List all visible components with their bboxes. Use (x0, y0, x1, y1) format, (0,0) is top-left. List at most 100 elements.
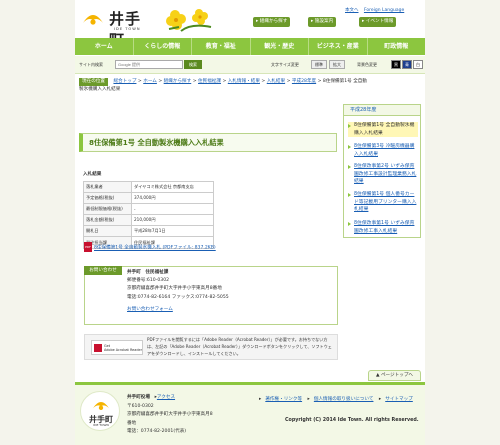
sidebar-item[interactable]: 8住保備第1号 個人番号カード等記載用プリンター購入入札結果 (348, 191, 418, 214)
nav-item-tourism[interactable]: 観光・歴史 (251, 38, 309, 55)
table-value: - (131, 203, 214, 216)
sidebar-item-current[interactable]: 8住保備第1号 全自動製氷機購入入札結果 (348, 122, 418, 137)
yamabuki-flower-icon (166, 9, 212, 32)
event-info-label: イベント情報 (365, 19, 394, 24)
table-key: 落札業者 (83, 180, 132, 194)
footer-info: 井手町役場 ▸アクセス 〒610-0302 京都府綴喜郡井手町大字井手小字東高月… (127, 394, 213, 437)
table-key: 最低制限価格(税抜) (83, 203, 132, 216)
contact-postal: 郵便番号:610-0302 (127, 278, 170, 284)
breadcrumb-item[interactable]: ホーム (143, 79, 157, 84)
foreign-language-link[interactable]: Foreign Language (364, 8, 404, 13)
font-size-large-button[interactable]: 拡大 (329, 60, 345, 69)
contact-tag: お問い合わせ (84, 266, 122, 275)
pdf-download: PDF 8住保備第1号 全自動製氷機入札 (PDFファイル: 837.2KB) (84, 242, 216, 252)
facility-guide-button[interactable]: ▸ 施設案内 (308, 17, 337, 27)
breadcrumb-item[interactable]: 総合トップ (113, 79, 136, 84)
font-size-label: 文字サイズ変更 (271, 62, 299, 67)
search-input[interactable] (115, 60, 183, 69)
contact-form-link[interactable]: お問い合わせフォーム (127, 306, 229, 314)
footer-office: 井手町役場 (127, 395, 150, 400)
footer: 井手町 IDE TOWN 井手町役場 ▸アクセス 〒610-0302 京都府綴喜… (75, 382, 425, 445)
page-title: 8住保備第1号 全自動製氷機購入入札結果 (89, 138, 224, 147)
privacy-link[interactable]: 個人情報の取り扱いについて (314, 397, 374, 402)
table-row: 予定価格(税抜) 374,000円 (83, 192, 214, 205)
nav-item-home[interactable]: ホーム (75, 38, 134, 55)
breadcrumb-item[interactable]: 平成28年度 (292, 79, 316, 84)
footer-phone: 電話：0774-82-2001(代表) (127, 429, 187, 434)
copyright: Copyright (C) 2014 Ide Town. All rights … (285, 418, 419, 423)
pdf-link[interactable]: 8住保備第1号 全自動製氷機入札 (PDFファイル: 837.2KB) (94, 246, 216, 251)
table-row: 落札金額(税抜) 210,000円 (83, 214, 214, 227)
copyright-link[interactable]: 著作権・リンク等 (265, 397, 302, 402)
table-key: 開札日 (83, 225, 132, 238)
contact-department: 井手町 住民福祉課 (127, 270, 169, 275)
breadcrumb-item[interactable]: 住民福祉課 (198, 79, 221, 84)
breadcrumb-item[interactable]: 入札情報・結果 (228, 79, 260, 84)
bg-color-label: 背景色変更 (357, 62, 377, 67)
table-value: 210,000円 (131, 214, 214, 227)
breadcrumb-item[interactable]: 入札結果 (267, 79, 285, 84)
page: 井手町 IDE TOWN 本文へ Foreign Language ▸ 組織から… (75, 0, 425, 445)
footer-links: ▸ 著作権・リンク等 ▸ 個人情報の取り扱いについて ▸ サイトマップ (259, 397, 413, 402)
event-info-button[interactable]: ▸ イベント情報 (359, 17, 397, 27)
adobe-icon (94, 344, 102, 352)
results-heading: 入札結果 (83, 172, 102, 177)
font-size-standard-button[interactable]: 標準 (311, 60, 327, 69)
table-value: 平成28年7月1日 (131, 225, 214, 238)
footer-logo-subtitle: IDE TOWN (93, 423, 109, 427)
page-top-button[interactable]: ▲ ページトップへ (368, 370, 421, 381)
sidebar-item[interactable]: 8住保改事第2号 いずみ保育園改修工事設計監理業務入札結果 (348, 163, 418, 186)
breadcrumb: 現在の位置 総合トップ > ホーム > 組織から探す > 住民福祉課 > 入札情… (79, 78, 367, 92)
search-label: サイト内検索 (79, 62, 103, 67)
footer-address-2: 番地 (127, 420, 137, 426)
page-top-label: ページトップへ (380, 373, 414, 378)
table-row: 最低制限価格(税抜) - (83, 203, 214, 216)
nav-item-education[interactable]: 教育・福祉 (192, 38, 251, 55)
adobe-reader-notice: Get Adobe Acrobat Reader PDFファイルを閲覧するには「A… (84, 334, 338, 360)
nav-item-business[interactable]: ビジネス・産業 (309, 38, 368, 55)
breadcrumb-item[interactable]: 組織から探す (164, 79, 192, 84)
adobe-badge-line2: Adobe Acrobat Reader (104, 347, 142, 352)
adobe-notice-text: PDFファイルを閲覧するには「Adobe Reader（Acrobat Read… (147, 337, 332, 356)
breadcrumb-tag: 現在の位置 (79, 78, 108, 86)
table-key: 予定価格(税抜) (83, 192, 132, 205)
footer-logo: 井手町 IDE TOWN (80, 391, 120, 431)
table-row: 落札業者 ダイヤコミ株式会社 京都南支店 (83, 180, 214, 194)
skip-to-content-link[interactable]: 本文へ (345, 8, 359, 13)
bg-white-button[interactable]: 白 (413, 60, 423, 69)
sidebar: 平成28年度 8住保備第1号 全自動製氷機購入入札結果 8住保備第3号 冷暖房機… (343, 104, 421, 238)
search-by-department-button[interactable]: ▸ 組織から探す (253, 17, 291, 27)
contact-body: 井手町 住民福祉課 郵便番号:610-0302 京都府綴喜郡井手町大字井手小字東… (127, 269, 229, 314)
nav-item-living[interactable]: くらしの情報 (134, 38, 192, 55)
contact-address: 京都府綴喜郡井手町大字井手小字東高月8番地 (127, 286, 222, 292)
footer-postal: 〒610-0302 (127, 403, 154, 409)
utility-bar: サイト内検索 検索 文字サイズ変更 標準 拡大 背景色変更 黒 青 白 (75, 56, 425, 74)
adobe-badge-text: Get Adobe Acrobat Reader (104, 344, 142, 353)
page-title-box: 8住保備第1号 全自動製氷機購入入札結果 (79, 133, 337, 152)
town-emblem-icon (83, 15, 103, 25)
sitemap-link[interactable]: サイトマップ (385, 397, 413, 402)
table-value: 374,000円 (131, 192, 214, 205)
footer-address-1: 京都府綴喜郡井手町大字井手小字東高月8 (127, 412, 213, 417)
contact-box: お問い合わせ 井手町 住民福祉課 郵便番号:610-0302 京都府綴喜郡井手町… (84, 266, 338, 325)
search-button[interactable]: 検索 (184, 60, 202, 69)
global-nav: ホーム くらしの情報 教育・福祉 観光・歴史 ビジネス・産業 町政情報 (75, 38, 425, 55)
table-value: ダイヤコミ株式会社 京都南支店 (131, 180, 214, 194)
sidebar-item[interactable]: 8住保備第3号 冷暖房機器購入入札結果 (348, 143, 418, 158)
sidebar-item[interactable]: 8住保改事第1号 いずみ保育園改修工事入札結果 (348, 220, 418, 235)
site-logo[interactable]: 井手町 IDE TOWN (81, 7, 151, 49)
contact-phone: 電話:0774-82-6164 ファックス:0774-82-5055 (127, 294, 229, 300)
bg-blue-button[interactable]: 青 (402, 60, 412, 69)
pdf-icon: PDF (84, 242, 92, 252)
access-link[interactable]: アクセス (157, 395, 175, 400)
sidebar-header[interactable]: 平成28年度 (344, 105, 420, 116)
table-row: 開札日 平成28年7月1日 (83, 225, 214, 238)
top-links: 本文へ Foreign Language (341, 7, 404, 13)
facility-guide-label: 施設案内 (314, 19, 334, 24)
table-key: 落札金額(税抜) (83, 214, 132, 227)
get-adobe-reader-button[interactable]: Get Adobe Acrobat Reader (91, 340, 143, 355)
logo-subtitle: IDE TOWN (114, 27, 141, 31)
bg-black-button[interactable]: 黒 (391, 60, 401, 69)
search-by-department-label: 組織から探す (259, 19, 288, 24)
nav-item-government[interactable]: 町政情報 (368, 38, 426, 55)
